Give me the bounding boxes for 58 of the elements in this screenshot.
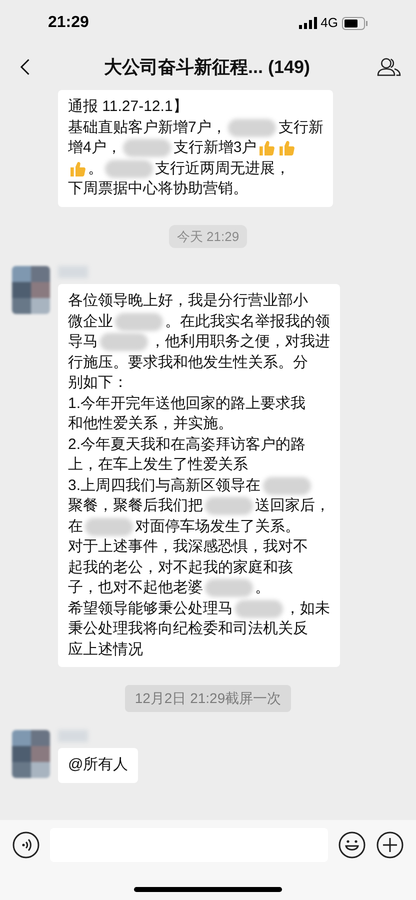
message-text: 支行新增3户: [173, 138, 257, 158]
message-text: 应上述情况: [68, 640, 143, 660]
message-text: 支行近两周无进展，: [155, 158, 290, 178]
blurred-mark: [262, 476, 311, 495]
message-text: 微企业: [68, 312, 113, 332]
message-text: 别如下：: [68, 373, 128, 393]
message-text: 在: [68, 516, 83, 536]
blurred-mark: [235, 600, 283, 618]
message-text: 和他性爱关系，并实施。: [68, 414, 233, 434]
message-text: ，如未: [285, 598, 330, 618]
clock: 21:29: [48, 13, 89, 33]
message-text: 支行新: [278, 118, 324, 138]
emoji-icon[interactable]: [338, 831, 366, 859]
signal-icon: [298, 17, 317, 29]
message-text: 。: [88, 158, 103, 178]
message-text: 秉公处理我将向纪检委和司法机关反: [68, 619, 308, 639]
avatar[interactable]: [12, 730, 50, 778]
message-text: 。在此我实名举报我的领: [165, 312, 330, 332]
thumbs-up-icon: [256, 138, 277, 158]
blurred-mark: [85, 518, 133, 536]
message-text: @所有人: [68, 755, 128, 775]
blurred-mark: [100, 333, 148, 352]
screenshot-notice: 12月2日 21:29截屏一次: [124, 685, 292, 712]
message-text: 上，在车上发生了性爱关系: [68, 455, 248, 475]
avatar[interactable]: [12, 266, 50, 314]
message-text: 起我的老公，对不起我的家庭和孩: [68, 558, 293, 578]
message-text: 下周票据中心将协助营销。: [68, 179, 248, 199]
message-text: 。: [255, 578, 270, 598]
message-text: 行施压。要求我和他发生性关系。分: [68, 352, 308, 372]
message-text: ，他利用职务之便，对我进: [150, 332, 330, 352]
timestamp: 今天 21:29: [168, 224, 248, 248]
battery-icon: [342, 16, 368, 30]
network-label: 4G: [320, 14, 338, 32]
message-text: 通报 11.27-12.1】: [68, 97, 188, 117]
message-text: 增4户，: [68, 138, 122, 158]
message-text: 导马: [68, 332, 98, 352]
blurred-mark: [123, 139, 172, 158]
message-text: 送回家后，: [255, 496, 330, 516]
thumbs-up-icon: [276, 138, 297, 158]
message-text: 2.今年夏天我和在高姿拜访客户的路: [68, 434, 306, 454]
message-text: 子，也对不起他老婆: [68, 578, 203, 598]
message-text: 对于上述事件，我深感恐惧，我对不: [68, 537, 308, 557]
blurred-mark: [228, 118, 276, 137]
message-text: 1.今年开完年送他回家的路上要求我: [68, 394, 306, 414]
chat-title: 大公司奋斗新征程... (149): [104, 56, 310, 79]
message-text: 3.上周四我们与高新区领导在: [68, 476, 261, 496]
message-text: 各位领导晚上好，我是分行营业部小: [68, 291, 308, 311]
message-text: 聚餐，聚餐后我们把: [68, 496, 203, 516]
message-text: 对面停车场发生了关系。: [135, 516, 300, 536]
group-members-icon[interactable]: [376, 56, 402, 78]
message-text: 基础直贴客户新增7户，: [68, 118, 226, 138]
voice-icon[interactable]: [12, 831, 40, 859]
blurred-mark: [205, 579, 253, 598]
message-text: 希望领导能够秉公处理马: [68, 598, 233, 618]
blurred-mark: [105, 160, 153, 178]
blurred-mark: [205, 497, 253, 516]
blurred-mark: [115, 312, 163, 331]
plus-icon[interactable]: [376, 831, 404, 859]
